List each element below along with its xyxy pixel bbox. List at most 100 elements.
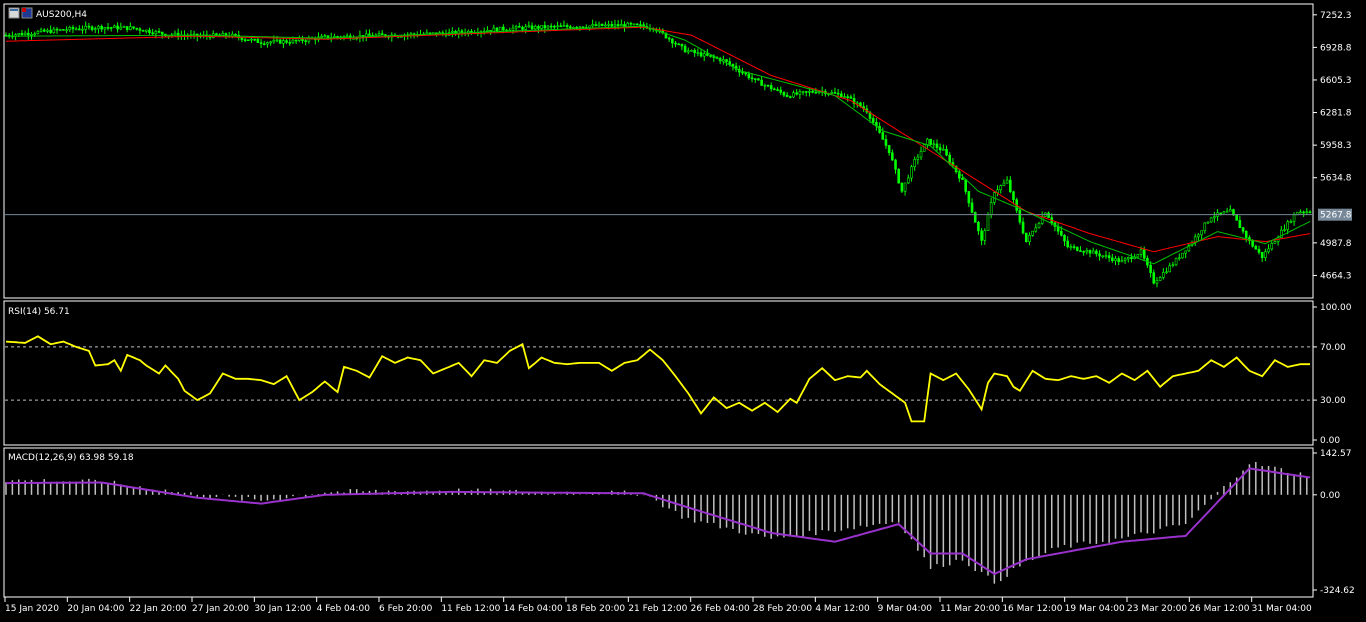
candle-body (674, 42, 677, 45)
candle-body (686, 50, 690, 53)
candle-body (527, 25, 531, 28)
candle-body (1200, 230, 1203, 236)
candle-body (23, 32, 27, 36)
candle-body (543, 25, 547, 29)
candle-body (709, 55, 712, 57)
macd-panel-frame (3, 447, 1314, 598)
candle-body (891, 152, 894, 161)
price-tick-label: 7252.3 (1320, 11, 1352, 21)
candle-body (486, 30, 489, 32)
candle-body (492, 27, 496, 32)
candle-body (377, 33, 381, 36)
time-tick-label: 18 Feb 20:00 (566, 604, 625, 614)
time-tick-label: 4 Feb 04:00 (317, 604, 371, 614)
candle-body (1244, 230, 1248, 238)
candle-body (272, 39, 276, 43)
time-tick-label: 31 Mar 04:00 (1252, 604, 1312, 614)
candle-body (1219, 212, 1223, 215)
candle-body (699, 52, 703, 57)
candle-body (1174, 258, 1178, 266)
candle-body (90, 26, 94, 30)
candle-body (1114, 258, 1117, 262)
candle-body (1302, 211, 1305, 214)
candle-body (173, 32, 177, 36)
candle-body (792, 92, 795, 98)
candle-body (1072, 246, 1076, 248)
candle-body (71, 27, 75, 30)
candle-body (294, 39, 298, 42)
time-tick-label: 23 Mar 20:00 (1127, 604, 1187, 614)
candle-body (980, 230, 983, 241)
candle-body (68, 27, 72, 31)
candle-body (530, 25, 534, 30)
candle-body (498, 26, 502, 32)
candle-body (900, 182, 904, 192)
candle-body (808, 91, 811, 93)
chart-canvas[interactable]: AUS200,H4 RSI(14) 56.71 MACD(12,26,9) 63… (0, 0, 1366, 619)
candle-body (581, 26, 585, 29)
candle-body (779, 89, 783, 93)
candle-body (871, 118, 875, 123)
candle-body (87, 25, 91, 28)
candle-body (33, 33, 36, 36)
time-tick-label: 15 Jan 2020 (5, 604, 59, 614)
symbol-timeframe-label: AUS200,H4 (36, 10, 87, 20)
candle-body (1289, 221, 1293, 223)
candle-body (776, 89, 779, 91)
candle-body (696, 52, 700, 54)
candle-body (690, 49, 693, 52)
candle-body (157, 31, 161, 33)
candle-body (103, 27, 107, 30)
price-tick-label: 6605.3 (1320, 76, 1352, 86)
candle-body (632, 23, 636, 26)
candle-body (741, 71, 744, 74)
price-axis: 7252.3 6928.8 6605.3 6281.8 5958.3 5634.8 4987… (4, 11, 1352, 281)
chart-window[interactable]: AUS200,H4 RSI(14) 56.71 MACD(12,26,9) 63… (0, 0, 1366, 619)
candle-body (1136, 254, 1140, 258)
candle-body (881, 132, 885, 140)
candle-body (814, 91, 818, 94)
candle-body (141, 30, 145, 32)
candle-body (801, 91, 805, 93)
candle-body (269, 41, 272, 44)
candle-body (1060, 230, 1063, 236)
candle-body (639, 24, 642, 26)
candle-body (744, 72, 747, 75)
candle-body (259, 42, 263, 45)
candle-body (1305, 211, 1309, 214)
candle-body (1028, 234, 1031, 243)
candle-body (1021, 221, 1025, 234)
candle-body (1225, 210, 1229, 213)
candle-body (52, 28, 56, 33)
candle-body (250, 38, 253, 41)
candle-body (514, 26, 518, 29)
time-tick-label: 16 Mar 12:00 (1002, 604, 1062, 614)
candle-body (221, 33, 225, 36)
candle-body (1260, 251, 1264, 259)
candle-body (253, 38, 256, 41)
candle-body (1107, 255, 1111, 259)
time-tick-label: 27 Jan 20:00 (192, 604, 249, 614)
candle-body (132, 26, 135, 29)
time-tick-label: 21 Feb 12:00 (628, 604, 687, 614)
macd-tick-label: 0.00 (1320, 491, 1340, 501)
candle-body (116, 25, 119, 30)
chart-window-icon (8, 7, 20, 19)
candle-body (1286, 221, 1289, 230)
candle-body (789, 96, 792, 98)
candle-body (17, 33, 21, 35)
candle-body (1047, 212, 1050, 219)
moving-average-fast-line (6, 25, 1311, 265)
candle-body (1155, 280, 1159, 284)
time-tick-label: 19 Mar 04:00 (1065, 604, 1125, 614)
candle-body (1181, 252, 1184, 259)
candle-body (93, 28, 97, 30)
rsi-series: 100.00 70.00 30.00 0.00 (5, 303, 1352, 446)
candle-body (706, 53, 709, 56)
candle-body (731, 64, 735, 67)
candle-body (983, 230, 987, 241)
candle-body (380, 33, 384, 35)
candle-body (144, 29, 148, 32)
candle-body (945, 149, 948, 156)
symbol-flag-icon (21, 7, 33, 19)
